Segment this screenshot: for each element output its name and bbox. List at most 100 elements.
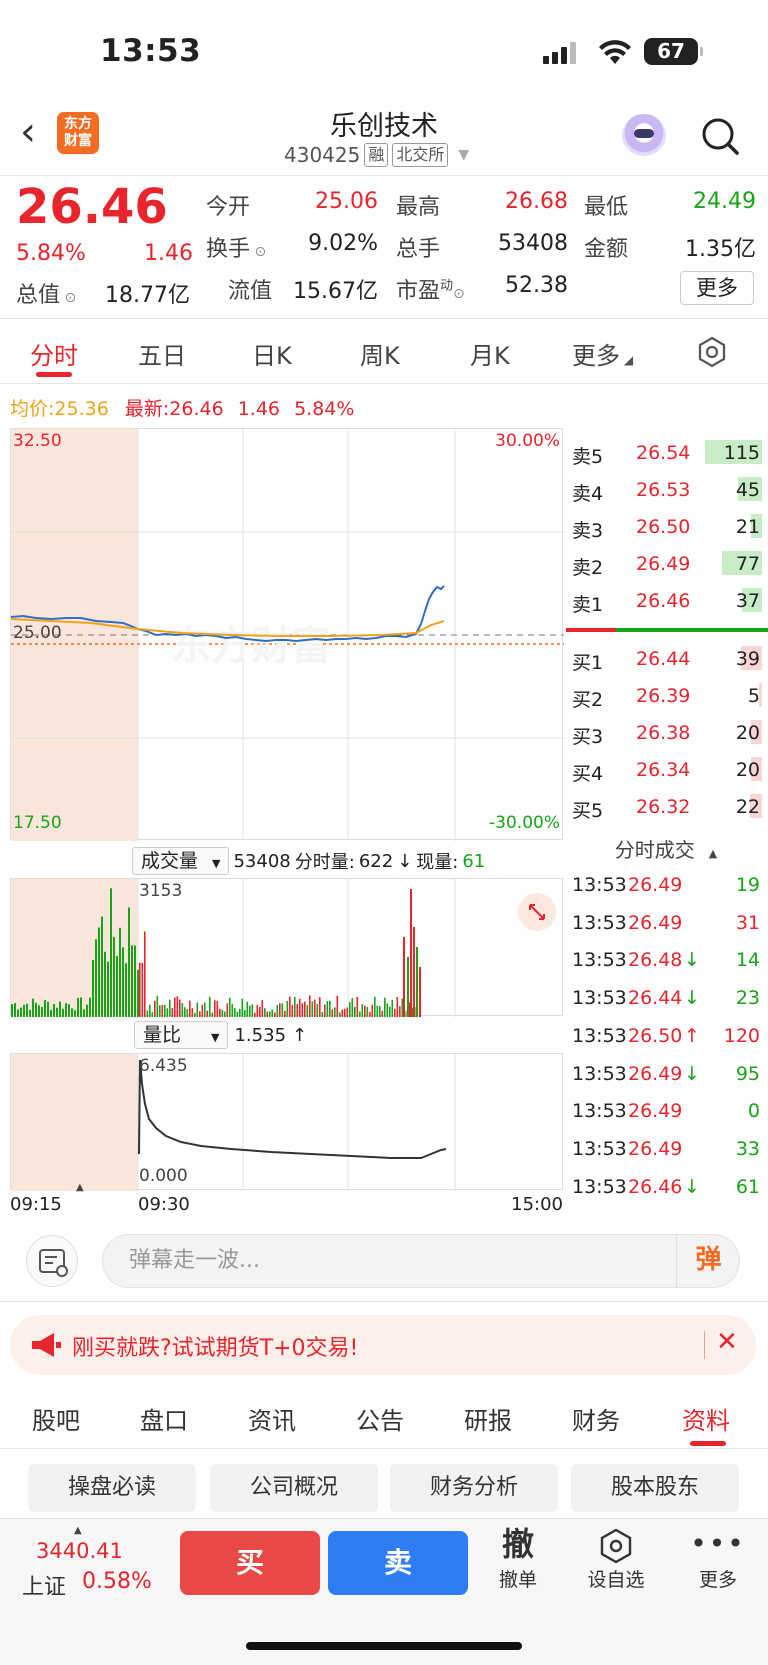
volume-ratio-select[interactable]: 量比 ▼ <box>134 1021 229 1049</box>
info-tab-indicator <box>690 1441 726 1446</box>
volume-bar <box>209 996 211 1017</box>
volume-header: 成交量 ▼ 53408 分时量: 622 ↓ 现量: 61 <box>10 846 563 876</box>
volume-bar <box>284 1010 286 1017</box>
volume-bar <box>301 1003 304 1017</box>
trade-volume: 23 <box>735 987 760 1010</box>
volume-bar <box>384 997 386 1017</box>
trade-time: 13:53 <box>572 911 627 934</box>
latest-label: 最新: <box>124 398 170 420</box>
volume-bar <box>401 998 404 1017</box>
volume-bar <box>239 1008 241 1017</box>
market-cap-value: 18.77亿 <box>105 283 190 308</box>
comment-list-icon[interactable] <box>26 1235 78 1287</box>
volume-bar <box>369 1011 371 1017</box>
search-icon[interactable] <box>700 116 740 156</box>
tab-weekly-k[interactable]: 周K <box>360 336 400 371</box>
trade-price: 26.49 <box>628 911 683 934</box>
caret-down-icon[interactable]: ▼ <box>458 147 469 163</box>
tab-guba[interactable]: 股吧 <box>32 1401 80 1436</box>
sub-financial-analysis[interactable]: 财务分析 <box>390 1464 558 1512</box>
volume-bar <box>341 1009 344 1017</box>
tab-five-day[interactable]: 五日 <box>138 336 186 371</box>
volume-bar <box>161 1005 164 1017</box>
tab-intraday[interactable]: 分时 <box>30 336 78 371</box>
tab-pankou[interactable]: 盘口 <box>140 1401 188 1436</box>
trade-row: 13:53 26.49 31 <box>564 904 768 944</box>
buy-button[interactable]: 买 <box>180 1531 320 1595</box>
tab-news[interactable]: 资讯 <box>248 1401 296 1436</box>
robot-assistant-icon[interactable] <box>622 114 666 156</box>
volume-bar <box>391 999 394 1017</box>
volume-bar <box>416 947 418 1017</box>
volume-bar <box>259 1006 261 1017</box>
avg-value: 25.36 <box>54 398 109 420</box>
settings-gear-icon[interactable] <box>696 336 728 368</box>
volume-bar <box>291 1004 294 1017</box>
volume-bar <box>266 1011 269 1017</box>
status-time: 13:53 <box>100 33 202 69</box>
expand-icon[interactable] <box>518 893 556 931</box>
comment-bar: 弹幕走一波... 弹 <box>0 1212 768 1302</box>
more-dots-icon: ••• <box>690 1527 746 1560</box>
fen-volume-value: 622 <box>358 850 394 872</box>
volume-ratio-chart[interactable]: 6.435 0.000 <box>10 1053 563 1191</box>
volume-bar <box>346 1007 349 1017</box>
index-value[interactable]: 3440.41 <box>36 1539 123 1563</box>
intraday-chart[interactable]: 东方财富 32.50 25.00 17.50 30.00% -30.00% <box>10 428 564 841</box>
trade-volume: 14 <box>735 949 760 972</box>
trade-row: 13:53 26.50 ↑ 120 <box>564 1017 768 1057</box>
tab-daily-k[interactable]: 日K <box>252 336 292 371</box>
close-icon[interactable]: ✕ <box>716 1327 738 1357</box>
stock-code-row[interactable]: 430425 融 北交所 ▼ <box>284 143 469 167</box>
trade-price: 26.49 <box>628 874 683 896</box>
volume-chart[interactable]: 3153 <box>10 878 563 1017</box>
quote-more-button[interactable]: 更多 <box>680 271 754 305</box>
tab-monthly-k[interactable]: 月K <box>470 336 510 371</box>
sell-button[interactable]: 卖 <box>328 1531 468 1595</box>
trade-price: 26.46 <box>628 1175 683 1198</box>
volume-bar <box>139 962 141 1017</box>
trade-volume: 120 <box>723 1024 760 1047</box>
volume-bar <box>324 1004 326 1017</box>
trade-row: 13:53 26.49 19 <box>564 866 768 906</box>
add-favorite-button[interactable]: 设自选 <box>576 1523 656 1592</box>
trade-volume: 31 <box>735 911 760 934</box>
volume-bar <box>184 1007 186 1017</box>
trades-title[interactable]: 分时成交 ▲ <box>564 834 768 863</box>
volume-bar <box>326 1001 329 1017</box>
sub-shareholders[interactable]: 股本股东 <box>571 1464 739 1512</box>
volume-bar <box>394 1008 396 1017</box>
danmu-toggle-button[interactable]: 弹 <box>676 1234 740 1288</box>
cancel-order-button[interactable]: 撤撤单 <box>478 1523 558 1592</box>
margin-tag: 融 <box>364 143 389 167</box>
tab-research[interactable]: 研报 <box>464 1401 512 1436</box>
volume-bar <box>286 1001 289 1017</box>
tab-more[interactable]: 更多 ◢ <box>572 336 633 371</box>
up-arrow-icon: ↑ <box>292 1024 308 1046</box>
volume-indicator-select[interactable]: 成交量 ▼ <box>132 847 230 875</box>
tab-finance[interactable]: 财务 <box>572 1401 620 1436</box>
tab-profile[interactable]: 资料 <box>682 1401 730 1436</box>
more-button[interactable]: ••• 更多 <box>678 1523 758 1592</box>
volume-bar <box>20 1007 22 1017</box>
volume-bar <box>29 1009 31 1017</box>
sub-company-overview[interactable]: 公司概况 <box>210 1464 378 1512</box>
trade-time: 13:53 <box>572 1175 627 1198</box>
volume-bar <box>304 1001 306 1017</box>
bid-ask-ratio-red <box>566 628 616 632</box>
volume-chart-svg <box>11 879 456 1017</box>
volume-bar <box>71 1008 73 1017</box>
ratio-max-label: 6.435 <box>139 1056 188 1076</box>
volume-bar <box>231 1004 234 1017</box>
tab-announcements[interactable]: 公告 <box>356 1401 404 1436</box>
promo-banner[interactable]: 刚买就跌?试试期货T+0交易! ✕ <box>10 1315 756 1375</box>
trade-arrow: ↑ <box>684 1024 700 1047</box>
market-cap-label: 总值 ⊙ <box>16 283 77 308</box>
volume-bar <box>86 1004 88 1017</box>
trade-price: 26.48 <box>628 949 683 972</box>
volume-bar <box>26 1003 28 1017</box>
danmu-input[interactable]: 弹幕走一波... <box>102 1234 740 1288</box>
sub-must-read[interactable]: 操盘必读 <box>28 1464 196 1512</box>
quote-panel: 26.46 5.84% 1.46 总值 ⊙ 18.77亿 今开 25.06 最高… <box>0 177 768 319</box>
volume-bar <box>229 997 231 1017</box>
